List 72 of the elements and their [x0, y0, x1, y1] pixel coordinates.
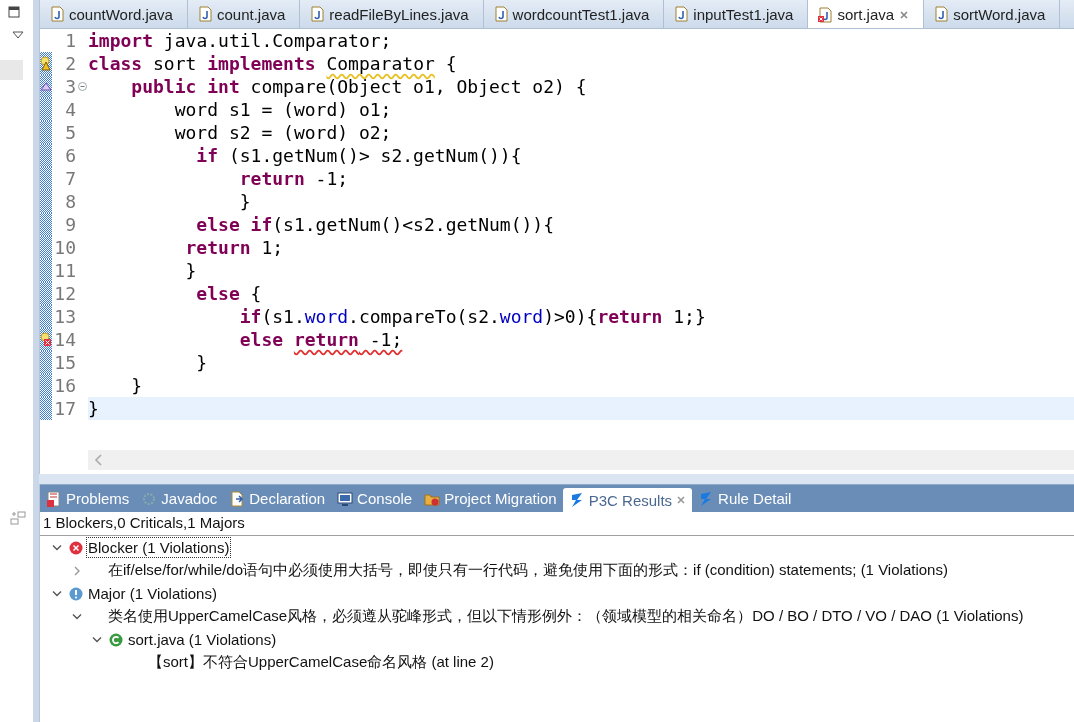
chevron-down-icon[interactable] — [72, 612, 82, 621]
line-number: 9 — [64, 213, 76, 236]
code-line: if(s1.word.compareTo(s2.word)>0){return 1;} — [238, 305, 707, 328]
editor-tab[interactable]: sortWord.java — [924, 0, 1061, 28]
chevron-down-icon[interactable] — [52, 543, 62, 552]
tree-item[interactable]: sort.java (1 Violations) — [126, 629, 279, 650]
tree-item[interactable]: 【sort】不符合UpperCamelCase命名风格 (at line 2) — [146, 651, 496, 674]
chevron-right-icon[interactable] — [73, 565, 81, 576]
code-line: word s1 = (word) o1; — [173, 98, 393, 121]
close-icon[interactable] — [899, 9, 910, 20]
class-icon — [109, 632, 123, 647]
error-icon — [69, 540, 83, 555]
chevron-down-icon[interactable] — [92, 635, 102, 644]
code-line: else { — [195, 282, 263, 305]
code-line: } — [238, 190, 252, 213]
code-line: } — [130, 374, 144, 397]
java-file-icon — [197, 6, 212, 22]
line-number: 8 — [64, 190, 76, 213]
line-number: 16 — [53, 374, 76, 397]
line-number: 5 — [64, 121, 76, 144]
java-file-icon — [674, 6, 689, 22]
info-icon — [69, 586, 83, 601]
java-file-icon — [310, 6, 325, 22]
line-number: 17 — [53, 397, 76, 420]
line-number: 4 — [64, 98, 76, 121]
line-number: 6 — [64, 144, 76, 167]
code-line: return 1; — [184, 236, 285, 259]
code-line: if (s1.getNum()> s2.getNum()){ — [195, 144, 523, 167]
line-number: 14 — [53, 328, 76, 351]
warning-bulb-icon — [40, 56, 52, 71]
line-number: 12 — [53, 282, 76, 305]
editor-tab[interactable]: wordcountTest1.java — [483, 0, 665, 28]
line-number: 15 — [53, 351, 76, 374]
panel-tab[interactable]: P3C Results — [562, 488, 693, 512]
code-line: public int compare(Object o1, Object o2) { — [130, 75, 588, 98]
java-file-icon — [50, 6, 64, 22]
line-number: 3 — [64, 75, 76, 98]
line-number: 1 — [64, 29, 76, 52]
javadoc-icon — [141, 490, 158, 507]
chevron-down-icon[interactable] — [52, 589, 62, 598]
code-line: word s2 = (word) o2; — [173, 121, 393, 144]
collapse-icon[interactable] — [77, 82, 87, 91]
tree-item[interactable]: 在if/else/for/while/do语句中必须使用大括号，即使只有一行代码，避免使用下面的形式：if (condition) statements; (1 Violations) — [106, 559, 950, 582]
editor-tab[interactable]: readFileByLines.java — [300, 0, 484, 28]
editor-tab[interactable]: countWord.java — [40, 0, 188, 28]
code-line: return -1; — [238, 167, 350, 190]
line-number: 2 — [64, 52, 76, 75]
code-line: import java.util.Comparator; — [88, 29, 393, 52]
code-line: class sort implements Comparator { — [88, 52, 458, 75]
code-line: else return -1; — [238, 328, 404, 351]
console-icon — [337, 490, 354, 507]
editor-tab[interactable]: count.java — [187, 0, 301, 28]
line-number: 7 — [64, 167, 76, 190]
declaration-icon — [229, 490, 246, 507]
editor-tab[interactable]: sort.java — [808, 0, 925, 28]
tree-item[interactable]: Blocker (1 Violations) — [86, 537, 232, 558]
horizontal-scrollbar[interactable] — [88, 450, 1074, 470]
tree-item[interactable]: 类名使用UpperCamelCase风格，必须遵从驼峰形式，但以下情形例外：（领域模型的相关命名）DO / BO / DTO / VO / DAO (1 Violations) — [106, 605, 1026, 628]
code-line: } — [195, 351, 209, 374]
tree-item[interactable]: Major (1 Violations) — [86, 583, 219, 604]
close-icon[interactable] — [676, 495, 687, 505]
line-number: 13 — [53, 305, 76, 328]
results-summary: 1 Blockers,0 Criticals,1 Majors — [40, 512, 1074, 536]
line-number: 10 — [53, 236, 76, 259]
code-line: } — [184, 259, 198, 282]
code-line: else if(s1.getNum()<s2.getNum()){ — [195, 213, 555, 236]
problems-icon — [46, 490, 62, 507]
java-file-icon — [934, 6, 949, 22]
dropdown-icon[interactable] — [12, 31, 24, 39]
maximize-icon[interactable] — [8, 6, 20, 18]
java-file-icon — [493, 6, 508, 22]
line-number: 11 — [53, 259, 76, 282]
